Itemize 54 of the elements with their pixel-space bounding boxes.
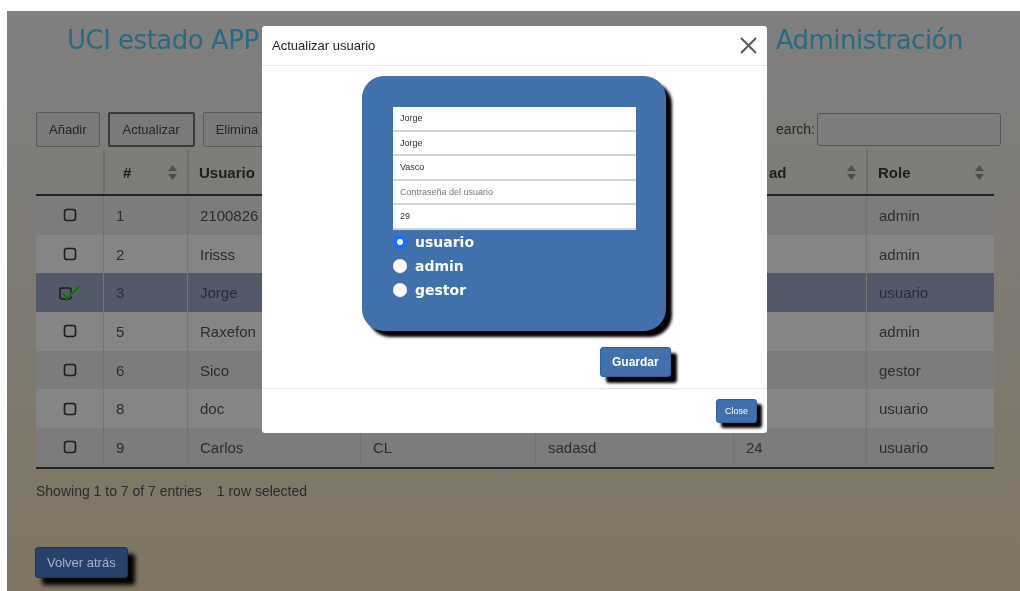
role-radio[interactable]: gestor — [393, 277, 467, 302]
input-field[interactable]: Contraseña del usuario — [393, 180, 636, 205]
checkbox[interactable] — [62, 324, 77, 339]
table-cell: Sico — [200, 361, 230, 379]
table-cell: 5 — [116, 322, 125, 340]
checkbox[interactable] — [58, 285, 81, 300]
close-icon[interactable] — [740, 37, 757, 54]
section-title: Administración — [775, 25, 963, 57]
checkbox[interactable] — [62, 401, 77, 416]
selection-info: 1 row selected — [216, 482, 308, 499]
checkbox[interactable] — [62, 363, 77, 378]
table-cell: admin — [879, 206, 920, 224]
table-cell: sadasd — [548, 438, 597, 456]
table-cell: CL — [373, 438, 393, 456]
table-cell: 9 — [116, 438, 125, 456]
table-cell: Irisss — [200, 245, 235, 263]
table-info: Showing 1 to 7 of 7 entries — [36, 482, 202, 499]
table-cell: 2 — [116, 245, 125, 263]
table-cell: 2100826 — [200, 206, 259, 224]
column-header[interactable]: Usuario — [199, 163, 255, 181]
close-button[interactable]: Close — [716, 399, 757, 423]
table-cell: admin — [879, 245, 920, 263]
back-button[interactable]: Volver atrás — [35, 546, 128, 578]
checkbox[interactable] — [62, 208, 77, 223]
table-cell: 1 — [116, 206, 125, 224]
checkbox[interactable] — [62, 247, 77, 262]
column-header[interactable]: Role — [878, 163, 911, 181]
role-radio[interactable]: admin — [393, 253, 464, 278]
table-cell: gestor — [879, 361, 921, 379]
toolbar-button[interactable]: Actualizar — [107, 111, 195, 147]
role-radio[interactable]: usuario — [393, 229, 475, 254]
table-cell: doc — [200, 400, 225, 418]
table-cell: Raxefon — [200, 322, 256, 340]
checkbox[interactable] — [62, 440, 77, 455]
table-cell: usuario — [879, 438, 929, 456]
table-row[interactable]: 9 Carlos CL sadasd 24 usuario — [36, 428, 994, 467]
input-field[interactable]: Jorge — [393, 131, 636, 156]
save-button[interactable]: Guardar — [600, 347, 671, 377]
table-cell: usuario — [879, 400, 929, 418]
input-field[interactable]: 29 — [393, 205, 636, 230]
dialog-title: Actualizar usuario — [272, 38, 376, 53]
search-label: earch: — [776, 121, 815, 137]
table-cell: 6 — [116, 361, 125, 379]
toolbar-button[interactable]: Añadir — [36, 111, 100, 147]
table-cell: 24 — [746, 438, 763, 456]
input-field[interactable]: Vasco — [393, 156, 636, 181]
table-cell: admin — [879, 322, 920, 340]
column-header[interactable]: ad — [769, 163, 787, 181]
table-cell: 8 — [116, 400, 125, 418]
column-header[interactable]: # — [123, 163, 132, 181]
input-field[interactable]: Jorge — [393, 107, 636, 132]
search-field[interactable] — [817, 112, 1001, 146]
table-cell: Carlos — [200, 438, 244, 456]
app-title: UCI estado APP — [67, 25, 259, 57]
